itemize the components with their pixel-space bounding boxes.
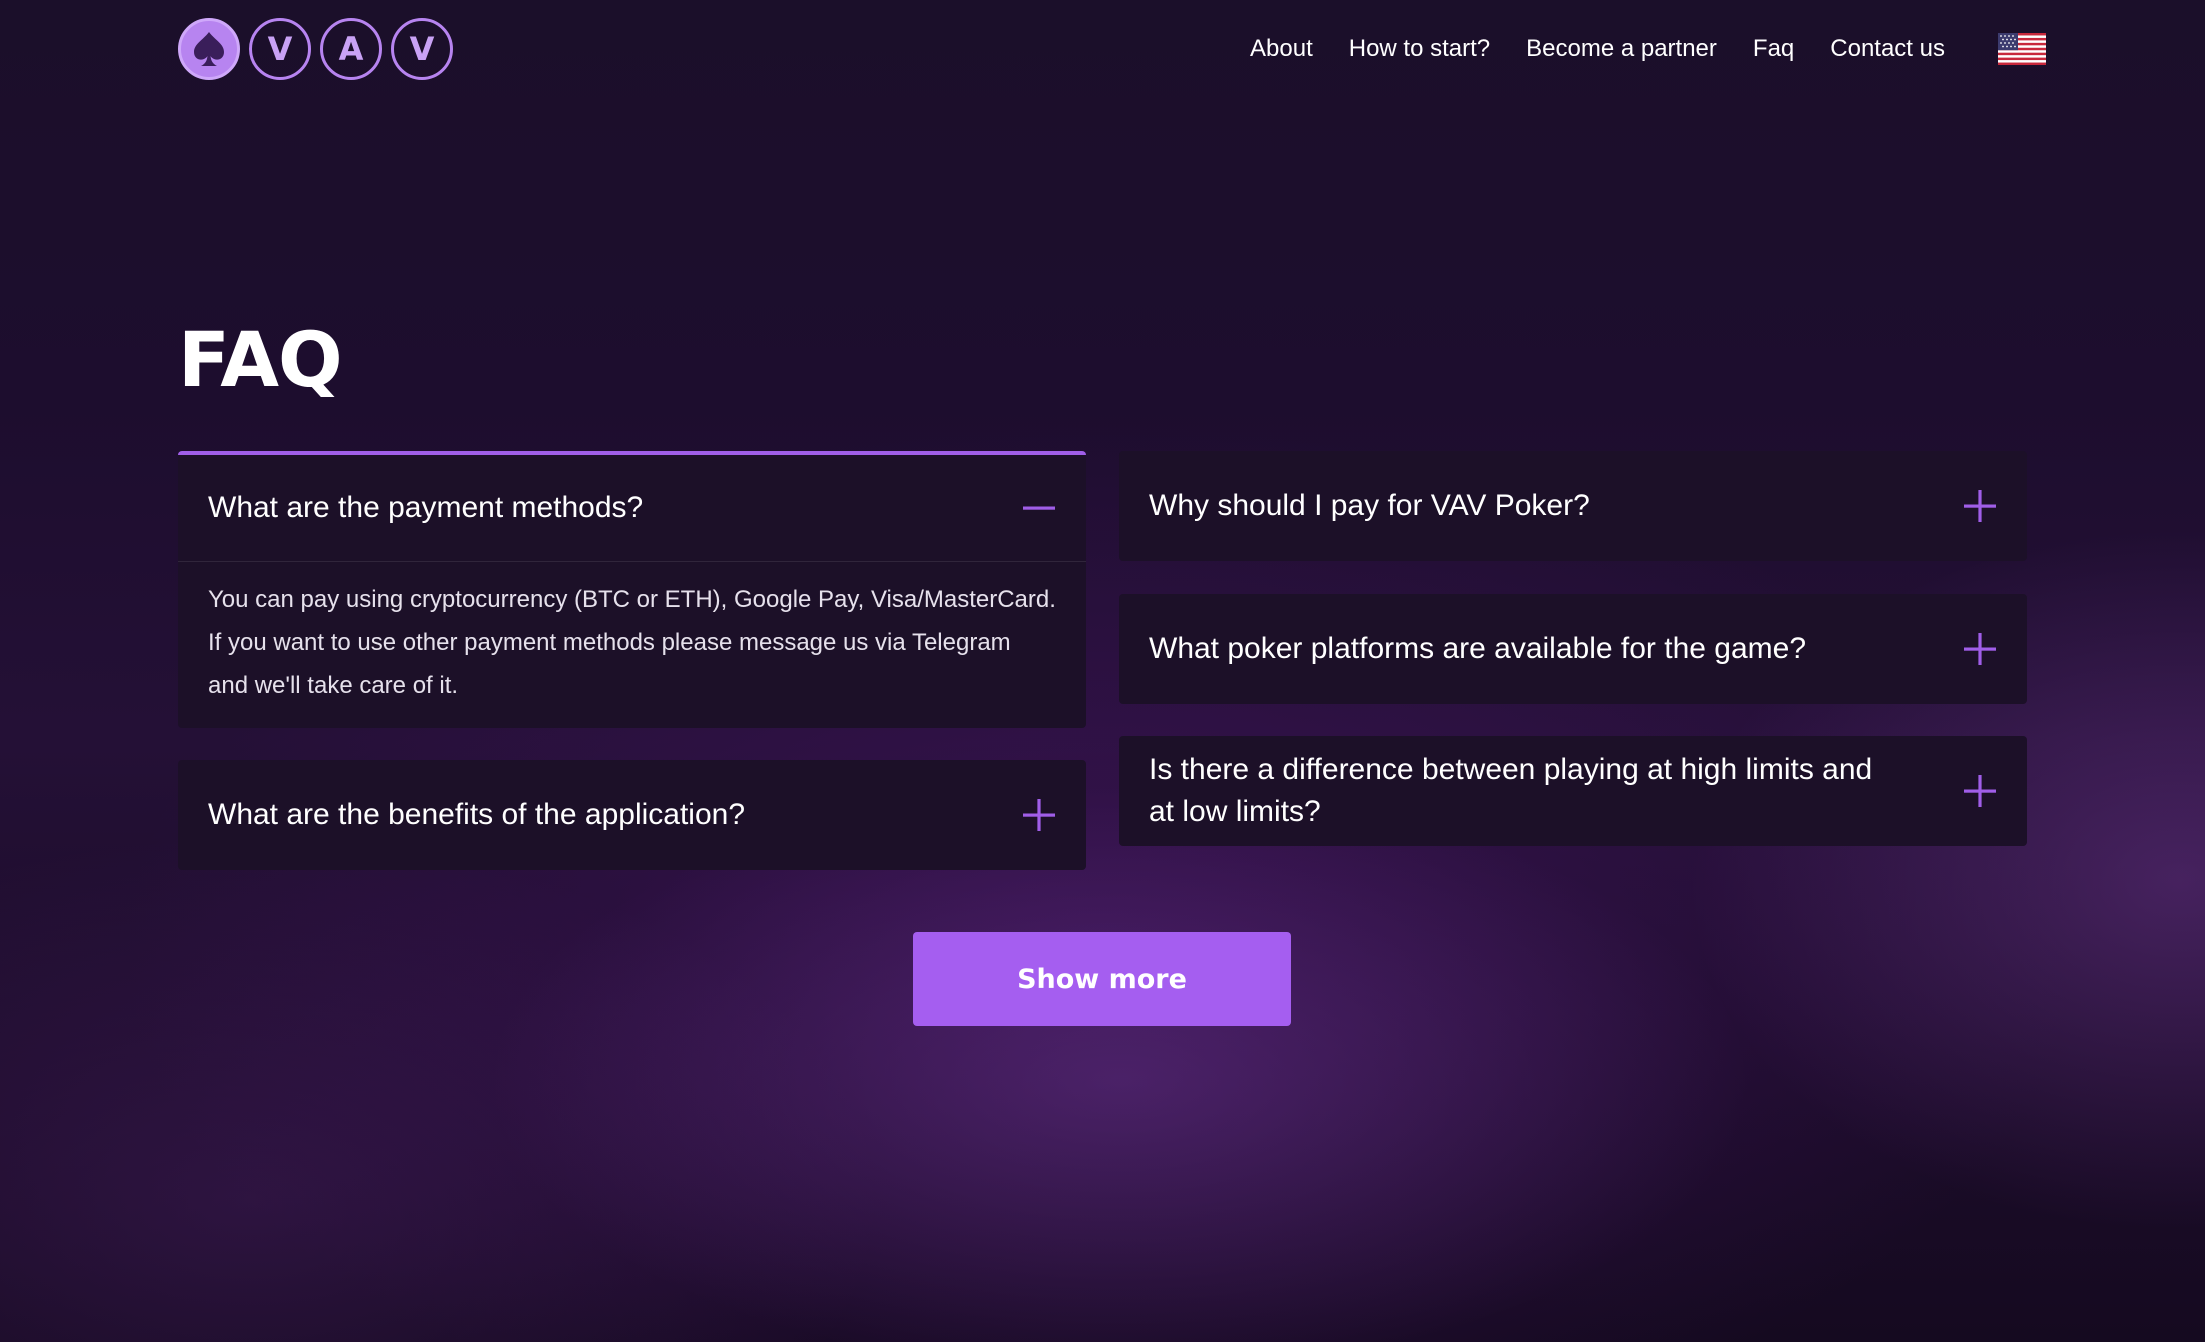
site-header: V A V About How to start? Become a partn…: [0, 0, 2205, 100]
show-more-button[interactable]: Show more: [913, 932, 1291, 1026]
nav-link-faq[interactable]: Faq: [1753, 35, 1794, 63]
faq-question-button[interactable]: Why should I pay for VAV Poker?: [1119, 451, 2027, 561]
us-flag-icon[interactable]: [1998, 33, 2046, 65]
faq-item: Why should I pay for VAV Poker?: [1119, 451, 2027, 561]
plus-icon[interactable]: [1963, 632, 1997, 666]
nav-link-how-to-start[interactable]: How to start?: [1349, 35, 1490, 63]
faq-question-text: What are the payment methods?: [208, 491, 644, 524]
faq-question-button[interactable]: What poker platforms are available for t…: [1119, 594, 2027, 704]
nav-link-contact-us[interactable]: Contact us: [1830, 35, 1945, 63]
nav-link-about[interactable]: About: [1250, 35, 1313, 63]
faq-question-button[interactable]: What are the payment methods?: [178, 455, 1086, 561]
logo-letter: V: [249, 18, 311, 80]
logo-letter: A: [320, 18, 382, 80]
plus-icon[interactable]: [1022, 798, 1056, 832]
nav-link-become-partner[interactable]: Become a partner: [1526, 35, 1717, 63]
faq-question-text: What poker platforms are available for t…: [1149, 632, 1806, 665]
plus-icon[interactable]: [1963, 774, 1997, 808]
plus-icon[interactable]: [1963, 489, 1997, 523]
faq-question-text: Is there a difference between playing at…: [1149, 753, 1873, 828]
faq-question-text: Why should I pay for VAV Poker?: [1149, 489, 1590, 522]
spade-icon: [178, 18, 240, 80]
faq-item: What poker platforms are available for t…: [1119, 594, 2027, 704]
minus-icon[interactable]: [1022, 491, 1056, 525]
main-nav: About How to start? Become a partner Faq…: [1250, 30, 1945, 68]
faq-item: What are the payment methods? You can pa…: [178, 451, 1086, 728]
faq-question-text: What are the benefits of the application…: [208, 798, 746, 831]
page-title: FAQ: [178, 315, 343, 404]
faq-answer-text: You can pay using cryptocurrency (BTC or…: [208, 586, 1056, 699]
vav-logo[interactable]: V A V: [178, 16, 453, 82]
faq-item: What are the benefits of the application…: [178, 760, 1086, 870]
faq-item: Is there a difference between playing at…: [1119, 736, 2027, 846]
faq-question-button[interactable]: Is there a difference between playing at…: [1119, 736, 2027, 846]
faq-question-button[interactable]: What are the benefits of the application…: [178, 760, 1086, 870]
logo-letter: V: [391, 18, 453, 80]
